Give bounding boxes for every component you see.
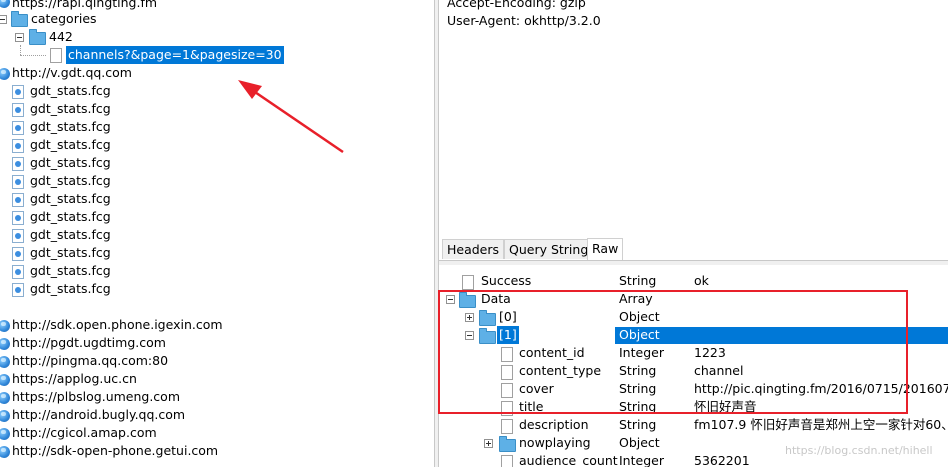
tab-query-string[interactable]: Query String — [504, 239, 594, 259]
file-icon — [501, 455, 513, 467]
json-node-name[interactable]: nowplaying — [519, 434, 591, 452]
json-node-type: Object — [619, 435, 660, 450]
json-node-name[interactable]: audience_count — [519, 452, 618, 467]
pane-separator — [439, 260, 948, 265]
annotation-highlight-box — [438, 290, 908, 414]
annotation-arrow-icon — [238, 80, 344, 154]
json-node-name[interactable]: Success — [481, 272, 531, 290]
folder-icon — [499, 436, 516, 452]
file-icon — [501, 419, 513, 434]
json-node-name[interactable]: description — [519, 416, 589, 434]
json-node-value: 5362201 — [694, 453, 750, 467]
tab-raw[interactable]: Raw — [587, 238, 624, 260]
expand-toggle[interactable] — [484, 439, 493, 448]
json-node-type: Integer — [619, 453, 664, 467]
json-node-type: String — [619, 273, 657, 288]
json-node-value: ok — [694, 273, 709, 288]
session-tree: https://rapi.qingting.fm categories 442 … — [0, 0, 434, 467]
json-node-value: fm107.9 怀旧好声音是郑州上空一家针对60、70 — [694, 417, 948, 432]
tab-headers[interactable]: Headers — [442, 239, 505, 259]
request-header-line: User-Agent: okhttp/3.2.0 — [447, 13, 601, 28]
file-icon — [462, 275, 474, 290]
request-header-line: Accept-Encoding: gzip — [447, 0, 586, 10]
response-tabs: Headers Query String Raw — [439, 238, 948, 261]
watermark: https://blog.csdn.net/hihell — [785, 444, 933, 457]
json-node-type: String — [619, 417, 657, 432]
